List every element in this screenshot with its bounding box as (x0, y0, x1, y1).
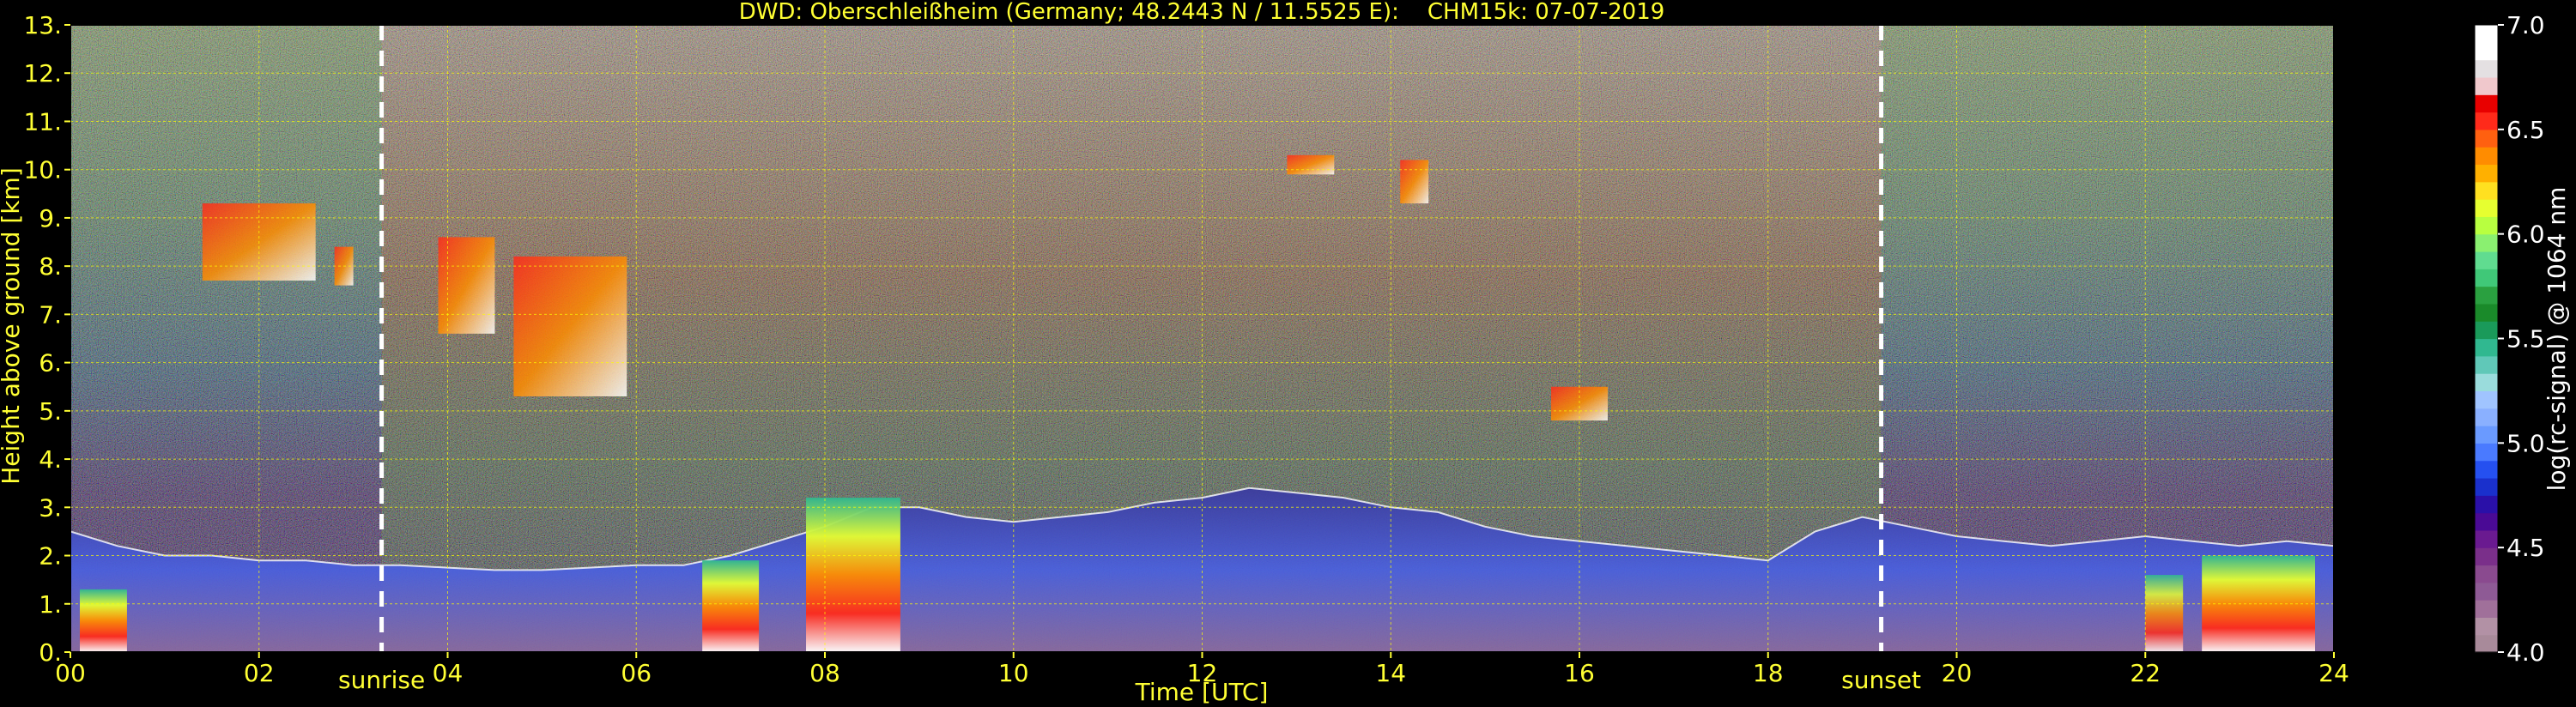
colorbar-segment (2475, 355, 2498, 374)
y-tick-label: 13. (23, 11, 62, 39)
x-tick-label: 08 (809, 659, 840, 687)
colorbar-segment (2475, 42, 2498, 61)
colorbar-segment (2475, 25, 2498, 43)
colorbar-segment (2475, 495, 2498, 514)
cloud-layer (79, 589, 127, 652)
x-tick-label: 14 (1375, 659, 1406, 687)
colorbar-segment (2475, 408, 2498, 426)
x-tick-label: 18 (1753, 659, 1784, 687)
colorbar-segment (2475, 233, 2498, 252)
y-tick-label: 2. (39, 542, 62, 571)
colorbar-segment (2475, 251, 2498, 269)
colorbar: 4.0 4.5 5.0 5.5 6.0 6.5 7.0 (2474, 11, 2545, 667)
y-tick-label: 7. (39, 300, 62, 329)
cloud-layer (1287, 154, 1335, 175)
colorbar-segment (2475, 600, 2498, 618)
cloud-layer (806, 498, 900, 652)
ceilometer-chart: 00 02 04 06 08 10 12 14 16 18 20 22 24 0.1.2.3.4.5.6… (0, 0, 2571, 706)
y-tick-label: 11. (23, 107, 62, 136)
x-tick-label: 04 (433, 659, 464, 687)
colorbar-segment (2475, 286, 2498, 305)
colorbar-segment (2475, 338, 2498, 357)
colorbar-label: log(rc-signal) @ 1064 nm (2543, 187, 2571, 492)
colorbar-segment (2475, 426, 2498, 444)
colorbar-segment (2475, 617, 2498, 636)
colorbar-segment (2475, 634, 2498, 653)
colorbar-segment (2475, 547, 2498, 566)
x-tick-label: 24 (2318, 659, 2349, 687)
x-tick-label: 02 (244, 659, 275, 687)
y-tick-label: 9. (39, 204, 62, 233)
colorbar-segment (2475, 460, 2498, 479)
colorbar-segment (2475, 303, 2498, 322)
y-tick-label: 1. (39, 590, 62, 619)
colorbar-segment (2475, 94, 2498, 113)
colorbar-tick-label: 5.0 (2506, 429, 2545, 457)
sunrise-label: sunrise (338, 666, 425, 694)
colorbar-segment (2475, 390, 2498, 409)
y-tick-label: 8. (39, 252, 62, 281)
colorbar-segment (2475, 269, 2498, 287)
chart-title: DWD: Oberschleißheim (Germany; 48.2443 N… (739, 0, 1665, 25)
x-tick-label: 20 (1942, 659, 1973, 687)
y-tick-label: 12. (23, 59, 62, 88)
cloud-layer (702, 560, 760, 652)
y-tick-label: 10. (23, 156, 62, 184)
y-tick-label: 6. (39, 349, 62, 378)
cloud-layer (438, 237, 495, 334)
x-tick-label: 22 (2130, 659, 2161, 687)
colorbar-segment (2475, 477, 2498, 496)
y-tick-label: 4. (39, 445, 62, 474)
colorbar-segment (2475, 76, 2498, 95)
cloud-layer (1400, 160, 1429, 204)
colorbar-segment (2475, 181, 2498, 200)
y-axis-label: Height above ground [km] (0, 167, 25, 485)
colorbar-tick-label: 4.5 (2506, 534, 2545, 562)
y-tick-label: 0. (39, 638, 62, 667)
cloud-layer (2145, 575, 2184, 652)
colorbar-segment (2475, 199, 2498, 217)
colorbar-tick-label: 6.0 (2506, 221, 2545, 249)
y-axis: 0. 1. 2. 3. 4. 5. 6. 7. 8. 9. 10. 11. 12. 13. (23, 11, 70, 667)
colorbar-segment (2475, 216, 2498, 235)
colorbar-segment (2475, 512, 2498, 531)
colorbar-segment (2475, 59, 2498, 78)
x-tick-label: 10 (998, 659, 1029, 687)
y-tick-label: 3. (39, 493, 62, 522)
colorbar-segment (2475, 443, 2498, 462)
x-tick-label: 06 (621, 659, 652, 687)
colorbar-segment (2475, 529, 2498, 548)
colorbar-segment (2475, 147, 2498, 166)
y-tick-label: 5. (39, 397, 62, 426)
cloud-layer (513, 256, 627, 396)
colorbar-segment (2475, 582, 2498, 601)
colorbar-segment (2475, 112, 2498, 130)
x-axis-label: Time [UTC] (1135, 678, 1269, 706)
colorbar-tick-label: 4.0 (2506, 638, 2545, 667)
x-tick-label: 16 (1564, 659, 1595, 687)
colorbar-tick-label: 7.0 (2506, 11, 2545, 39)
colorbar-tick-label: 5.5 (2506, 325, 2545, 354)
sunset-label: sunset (1841, 666, 1921, 694)
colorbar-tick-label: 6.5 (2506, 116, 2545, 144)
colorbar-segment (2475, 565, 2498, 583)
colorbar-segment (2475, 321, 2498, 340)
colorbar-segment (2475, 164, 2498, 183)
colorbar-segment (2475, 373, 2498, 392)
colorbar-segment (2475, 129, 2498, 148)
